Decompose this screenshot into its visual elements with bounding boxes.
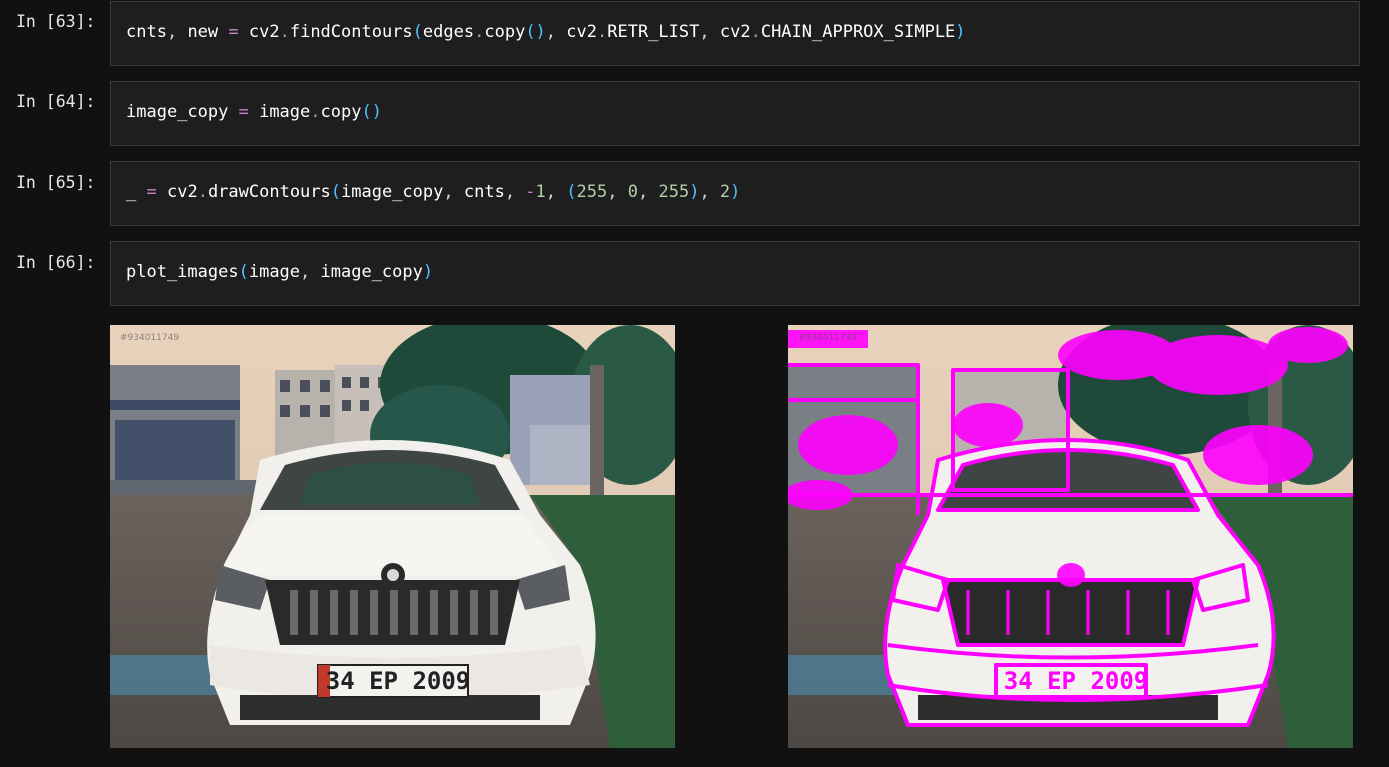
cell-prompt: In [66]: (16, 253, 96, 272)
code-token: , (607, 182, 628, 202)
code-editor[interactable]: cnts, new = cv2.findContours(edges.copy(… (110, 1, 1360, 66)
code-token: , (443, 182, 464, 202)
car-photo-original: 34 EP 2009 (110, 325, 675, 748)
code-token: . (310, 102, 321, 122)
code-token: ) (955, 22, 966, 42)
code-token: new (187, 22, 219, 42)
code-token: image_copy (341, 182, 444, 202)
code-token: ( (412, 22, 423, 42)
code-token: findContours (289, 22, 413, 42)
code-token: 1 (535, 182, 546, 202)
code-token: . (750, 22, 761, 42)
code-token: image (248, 262, 301, 282)
code-token: ( (330, 182, 342, 202)
code-token: , (504, 182, 526, 202)
code-token: = (136, 182, 167, 202)
code-token: 255 (576, 182, 608, 202)
code-token: cnts (126, 22, 167, 42)
code-token: . (474, 22, 485, 42)
code-token: , (166, 22, 188, 42)
code-token: drawContours (207, 182, 331, 202)
code-token: = (218, 22, 249, 42)
code-token: edges (422, 22, 475, 42)
code-token: image_copy (320, 262, 423, 282)
code-token: - (525, 182, 536, 202)
watermark-text: #934011749 (120, 333, 180, 343)
car-photo-contours: 34 EP 2009 (788, 325, 1353, 748)
code-token: cv2 (566, 22, 597, 42)
code-editor[interactable]: image_copy = image.copy() (110, 81, 1360, 146)
code-token: = (228, 102, 260, 122)
code-token: . (597, 22, 608, 42)
code-token: copy (484, 22, 526, 42)
code-token: , (699, 22, 720, 42)
output-image-original: 34 EP 2009 #934011749 (110, 325, 675, 748)
code-editor[interactable]: _ = cv2.drawContours(image_copy, cnts, -… (110, 161, 1360, 226)
license-plate-text: 34 EP 2009 (1004, 667, 1149, 695)
code-token: image (259, 102, 311, 122)
code-token: cv2 (248, 22, 280, 42)
cell-prompt: In [64]: (16, 92, 96, 111)
code-token: 0 (627, 182, 638, 202)
code-token: cv2 (719, 22, 751, 42)
code-token: () (361, 102, 382, 122)
code-token: () (525, 22, 546, 42)
code-token: image_copy (126, 102, 229, 122)
code-token: . (279, 22, 290, 42)
code-token: RETR_LIST (607, 22, 700, 42)
code-line: _ = cv2.drawContours(image_copy, cnts, -… (126, 182, 740, 202)
code-token: 2 (719, 182, 731, 202)
code-token: , (545, 22, 567, 42)
code-line: plot_images(image, image_copy) (126, 262, 433, 282)
output-image-contours: 34 EP 2009 #934011749 (788, 325, 1353, 748)
code-token: , (699, 182, 720, 202)
code-token: CHAIN_APPROX_SIMPLE (760, 22, 956, 42)
license-plate-text: 34 EP 2009 (326, 667, 471, 695)
code-token: 255 (658, 182, 690, 202)
code-token: , (637, 182, 659, 202)
code-line: cnts, new = cv2.findContours(edges.copy(… (126, 22, 966, 42)
code-token: . (197, 182, 208, 202)
code-line: image_copy = image.copy() (126, 102, 382, 122)
code-token: , (545, 182, 567, 202)
code-token: _ (126, 182, 137, 202)
cell-prompt: In [63]: (16, 12, 96, 31)
code-editor[interactable]: plot_images(image, image_copy) (110, 241, 1360, 306)
code-token: ) (730, 182, 741, 202)
code-token: , (300, 262, 321, 282)
code-token: ) (689, 182, 700, 202)
watermark-text: #934011749 (798, 333, 858, 343)
code-token: copy (320, 102, 362, 122)
code-token: ) (422, 262, 434, 282)
code-token: cv2 (166, 182, 198, 202)
code-token: ( (238, 262, 249, 282)
code-token: cnts (463, 182, 505, 202)
cell-prompt: In [65]: (16, 173, 96, 192)
code-token: ( (566, 182, 577, 202)
code-token: plot_images (126, 262, 239, 282)
